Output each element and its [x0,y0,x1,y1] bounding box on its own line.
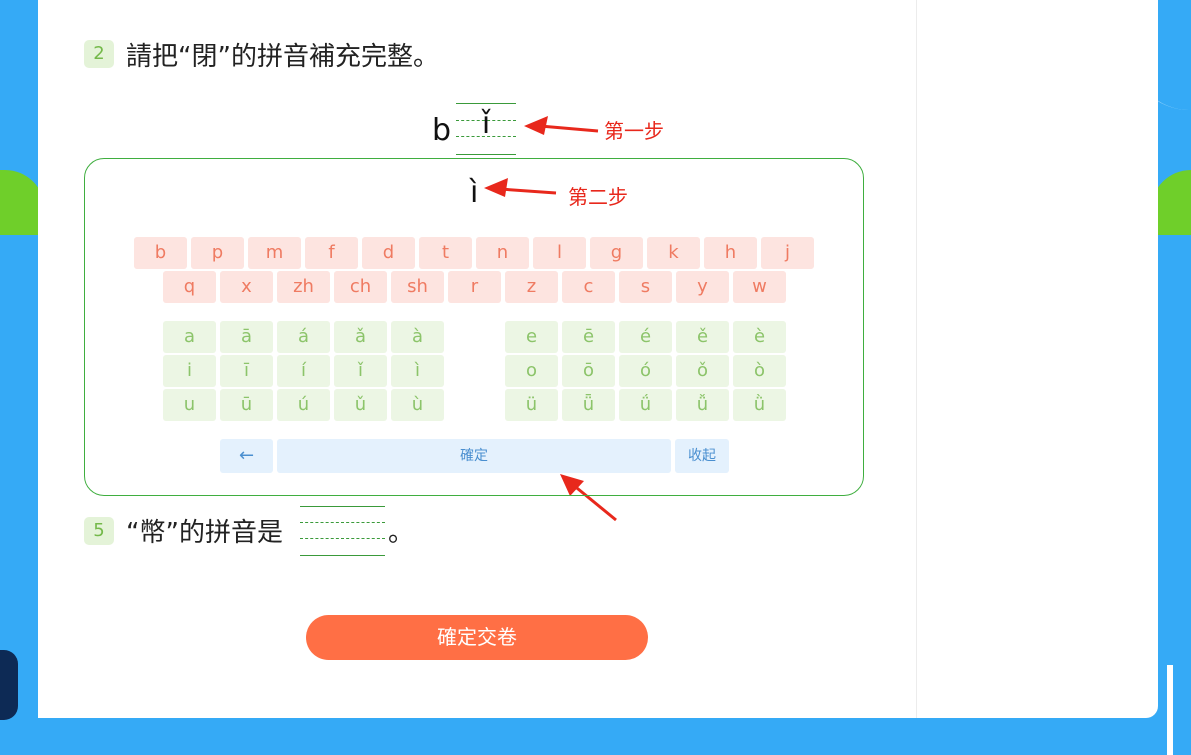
vowel-key[interactable]: ǜ [733,389,786,421]
consonant-key[interactable]: sh [391,271,444,303]
vowel-key[interactable]: è [733,321,786,353]
submit-button[interactable]: 確定交卷 [306,615,648,660]
vowel-key[interactable]: ǐ [334,355,387,387]
consonant-key[interactable]: c [562,271,615,303]
keyboard-preview: ì [470,175,479,210]
background-character [0,650,18,720]
confirm-button[interactable]: 確定 [277,439,671,473]
consonant-key[interactable]: h [704,237,757,269]
vowel-key[interactable]: u [163,389,216,421]
consonant-key[interactable]: x [220,271,273,303]
consonant-key[interactable]: t [419,237,472,269]
consonant-key[interactable]: r [448,271,501,303]
consonant-key[interactable]: b [134,237,187,269]
pinyin-final-input[interactable]: ǐ [456,103,516,155]
consonant-key[interactable]: w [733,271,786,303]
panel-divider [916,0,917,718]
question-text: 請把“閉”的拼音補充完整。 [126,42,439,72]
consonant-key[interactable]: q [163,271,216,303]
vowel-key[interactable]: a [163,321,216,353]
consonant-key[interactable]: d [362,237,415,269]
vowel-key[interactable]: ǔ [334,389,387,421]
consonant-key[interactable]: j [761,237,814,269]
vowel-key[interactable]: ǒ [676,355,729,387]
vowel-key[interactable]: e [505,321,558,353]
annotation-step1: 第一步 [604,119,664,143]
consonant-key[interactable]: ch [334,271,387,303]
vowel-key[interactable]: o [505,355,558,387]
consonant-key[interactable]: g [590,237,643,269]
vowel-key[interactable]: ō [562,355,615,387]
vowel-key[interactable]: ǎ [334,321,387,353]
consonant-key[interactable]: z [505,271,558,303]
vowel-key[interactable]: à [391,321,444,353]
vowel-key[interactable]: ó [619,355,672,387]
question-suffix: 。 [388,518,415,548]
vowel-key[interactable]: ù [391,389,444,421]
vowel-key[interactable]: i [163,355,216,387]
consonant-key[interactable]: m [248,237,301,269]
vowel-key[interactable]: ǘ [619,389,672,421]
consonant-key[interactable]: l [533,237,586,269]
pinyin-initial: b [432,113,452,148]
vowel-key[interactable]: ě [676,321,729,353]
vowel-key[interactable]: ē [562,321,615,353]
vowel-key[interactable]: é [619,321,672,353]
pinyin-final-value: ǐ [481,106,491,141]
background-deco [1167,665,1191,755]
vowel-key[interactable]: ǖ [562,389,615,421]
vowel-key[interactable]: ì [391,355,444,387]
question-text: “幣”的拼音是 [126,518,283,548]
question-number-badge: 5 [84,517,114,545]
vowel-key[interactable]: á [277,321,330,353]
question-number-badge: 2 [84,40,114,68]
consonant-key[interactable]: s [619,271,672,303]
vowel-key[interactable]: ī [220,355,273,387]
vowel-key[interactable]: ū [220,389,273,421]
consonant-key[interactable]: n [476,237,529,269]
backspace-button[interactable]: ← [220,439,273,473]
vowel-key[interactable]: ú [277,389,330,421]
vowel-key[interactable]: ā [220,321,273,353]
vowel-key[interactable]: ǚ [676,389,729,421]
collapse-button[interactable]: 收起 [675,439,729,473]
consonant-key[interactable]: f [305,237,358,269]
vowel-key[interactable]: í [277,355,330,387]
consonant-key[interactable]: p [191,237,244,269]
answer-input[interactable] [300,506,385,556]
consonant-key[interactable]: k [647,237,700,269]
consonant-key[interactable]: zh [277,271,330,303]
vowel-key[interactable]: ü [505,389,558,421]
vowel-key[interactable]: ò [733,355,786,387]
consonant-key[interactable]: y [676,271,729,303]
